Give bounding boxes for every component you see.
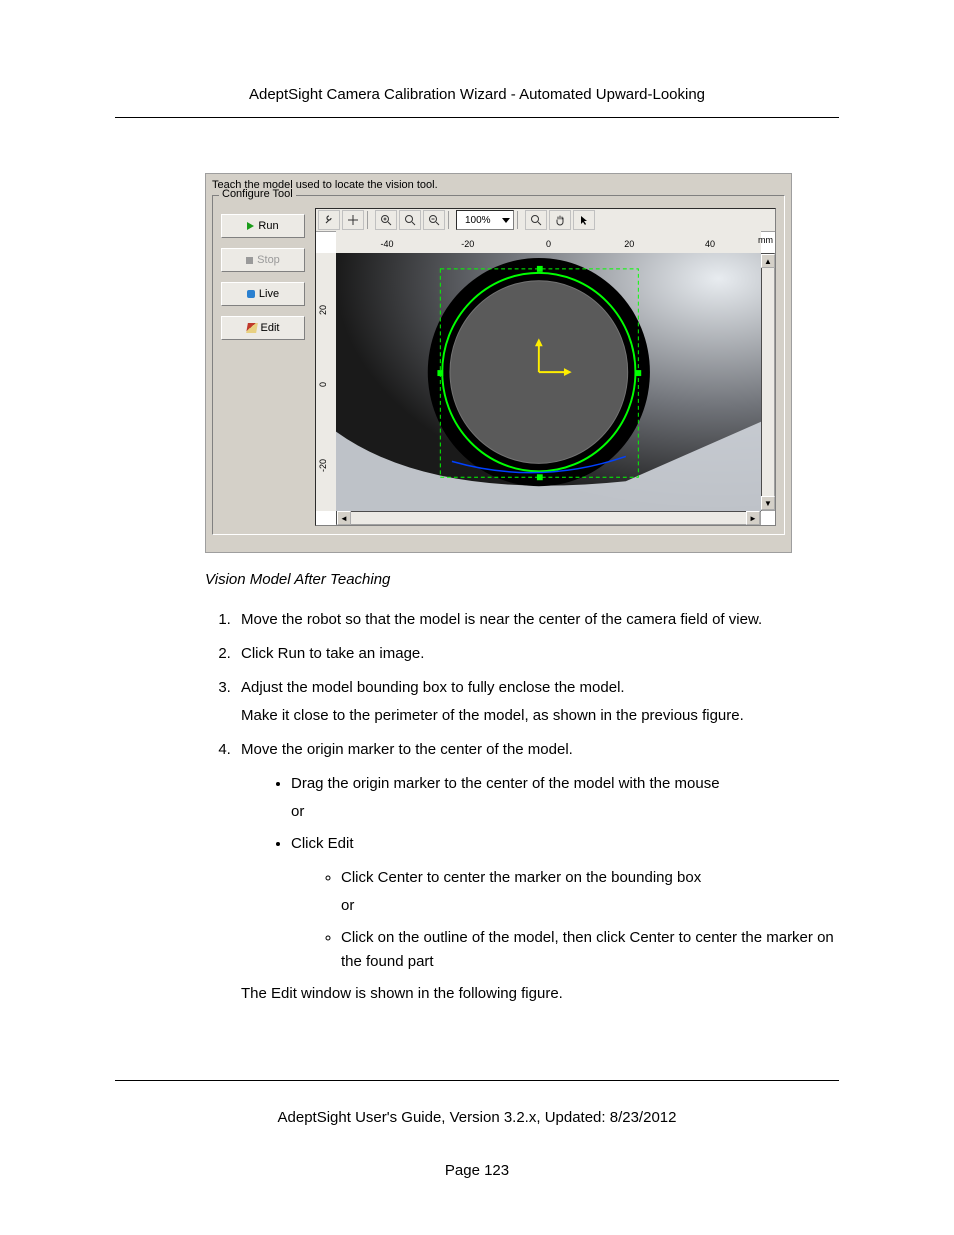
- step-4-b2-s1-text: Click Center to center the marker on the…: [341, 869, 701, 886]
- step-4-tail: The Edit window is shown in the followin…: [241, 982, 839, 1006]
- scroll-left-icon[interactable]: ◄: [337, 511, 351, 525]
- step-4-b2-sub1: Click Center to center the marker on the…: [341, 866, 839, 918]
- pan-hand-icon[interactable]: [549, 210, 571, 230]
- zoom-region-icon[interactable]: [525, 210, 547, 230]
- edit-button[interactable]: Edit: [221, 316, 305, 340]
- camera-image-viewport[interactable]: [336, 253, 761, 511]
- figure-caption: Vision Model After Teaching: [205, 571, 839, 588]
- vertical-ruler: 20 0 -20: [316, 253, 337, 511]
- configure-tool-label: Configure Tool: [219, 188, 296, 200]
- step-4-title: Move the origin marker to the center of …: [241, 741, 573, 758]
- scroll-up-icon[interactable]: ▲: [761, 254, 775, 268]
- zoom-in-icon[interactable]: [375, 210, 397, 230]
- step-4-b1-text: Drag the origin marker to the center of …: [291, 775, 720, 792]
- zoom-out-icon[interactable]: [423, 210, 445, 230]
- step-4-bullet-2: Click Edit Click Center to center the ma…: [291, 832, 839, 974]
- camera-image-svg: [336, 253, 761, 511]
- vruler-tick: 20: [318, 305, 328, 315]
- ruler-tick: 20: [619, 239, 639, 249]
- edit-button-label: Edit: [261, 322, 280, 334]
- instruction-list: Move the robot so that the model is near…: [205, 608, 839, 1006]
- or-text: or: [341, 894, 839, 918]
- step-1: Move the robot so that the model is near…: [235, 608, 839, 632]
- embedded-screenshot: Teach the model used to locate the visio…: [205, 173, 792, 553]
- zoom-combo[interactable]: 100%: [456, 210, 514, 230]
- viewport-toolbar: 100%: [316, 209, 775, 232]
- page-header: AdeptSight Camera Calibration Wizard - A…: [115, 86, 839, 118]
- live-icon: [247, 290, 255, 298]
- wrench-tool-icon[interactable]: [318, 210, 340, 230]
- app-window: Teach the model used to locate the visio…: [205, 173, 792, 553]
- step-3-line2: Make it close to the perimeter of the mo…: [241, 704, 839, 728]
- or-text: or: [291, 800, 839, 824]
- live-button-label: Live: [259, 288, 279, 300]
- vertical-scrollbar[interactable]: ▲ ▼: [761, 253, 775, 511]
- step-4: Move the origin marker to the center of …: [235, 738, 839, 1006]
- footer-text: AdeptSight User's Guide, Version 3.2.x, …: [278, 1109, 677, 1126]
- step-4-bullet-1: Drag the origin marker to the center of …: [291, 772, 839, 824]
- edit-icon: [246, 323, 258, 333]
- step-4-b2-sub2: Click on the outline of the model, then …: [341, 926, 839, 974]
- stop-button-label: Stop: [257, 254, 280, 266]
- ruler-tick: -20: [458, 239, 478, 249]
- left-button-column: Run Stop Live Edit: [221, 214, 305, 350]
- ruler-tick: 40: [700, 239, 720, 249]
- configure-tool-group: Configure Tool Run Stop Live: [212, 195, 785, 535]
- step-4-b2-text: Click Edit: [291, 835, 354, 852]
- page-number: Page 123: [115, 1162, 839, 1179]
- image-viewport-panel: 100%: [315, 208, 776, 526]
- horizontal-ruler: -40 -20 0 20 40: [336, 231, 761, 254]
- crosshair-tool-icon[interactable]: [342, 210, 364, 230]
- horizontal-scrollbar[interactable]: ◄ ►: [336, 511, 761, 525]
- scroll-down-icon[interactable]: ▼: [761, 496, 775, 510]
- stop-button[interactable]: Stop: [221, 248, 305, 272]
- run-button[interactable]: Run: [221, 214, 305, 238]
- page-footer: AdeptSight User's Guide, Version 3.2.x, …: [115, 1080, 839, 1179]
- chevron-down-icon[interactable]: [502, 218, 510, 223]
- step-3: Adjust the model bounding box to fully e…: [235, 676, 839, 728]
- toolbar-separator: [367, 211, 372, 229]
- step-2: Click Run to take an image.: [235, 642, 839, 666]
- zoom-fit-icon[interactable]: [399, 210, 421, 230]
- ruler-tick: 0: [539, 239, 559, 249]
- pointer-tool-icon[interactable]: [573, 210, 595, 230]
- toolbar-separator: [517, 211, 522, 229]
- run-button-label: Run: [258, 220, 278, 232]
- step-3-line1: Adjust the model bounding box to fully e…: [241, 679, 625, 696]
- vruler-tick: 0: [318, 382, 328, 387]
- live-button[interactable]: Live: [221, 282, 305, 306]
- stop-icon: [246, 257, 253, 264]
- scroll-right-icon[interactable]: ►: [746, 511, 760, 525]
- teach-instruction: Teach the model used to locate the visio…: [212, 179, 785, 191]
- toolbar-separator: [448, 211, 453, 229]
- vruler-tick: -20: [318, 459, 328, 472]
- play-icon: [247, 222, 254, 230]
- unit-label: mm: [758, 235, 773, 245]
- ruler-tick: -40: [377, 239, 397, 249]
- zoom-value: 100%: [457, 215, 499, 226]
